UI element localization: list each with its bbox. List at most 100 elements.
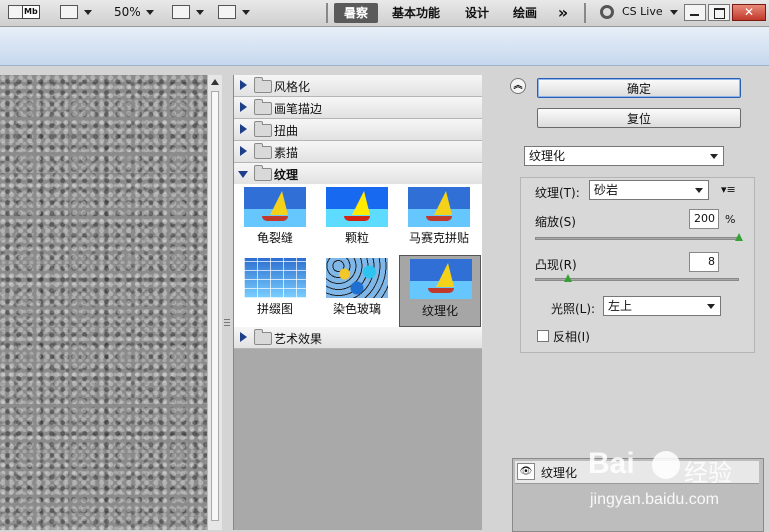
workspace-design[interactable]: 设计 [460,3,494,23]
stained-glass-thumbnail [326,258,388,298]
light-label: 光照(L): [551,302,596,316]
eye-icon[interactable]: 👁 [517,463,535,480]
expand-arrow-icon[interactable] [240,332,247,342]
scale-slider-knob[interactable] [735,233,743,241]
mini-bridge-button[interactable]: Mb [22,3,40,21]
ok-button[interactable]: 确定 [537,78,741,98]
screen-mode-button[interactable] [60,3,92,21]
mosaic-tiles-thumbnail [408,187,470,227]
screen-mode-icon[interactable] [218,3,250,21]
scrollbar-thumb[interactable] [211,91,219,521]
chevron-down-icon [710,154,718,159]
expand-arrow-icon[interactable] [240,80,247,90]
texture-menu-icon[interactable]: ▾≡ [721,183,736,196]
panel-splitter[interactable] [222,75,232,530]
filter-select-value: 纹理化 [529,149,566,163]
filter-thumb-stained-glass[interactable]: 染色玻璃 [318,256,396,324]
reset-button[interactable]: 复位 [537,108,741,128]
zoom-level[interactable]: 50% [114,5,141,19]
scale-input[interactable]: 200 [689,209,719,229]
workspace-essentials-active[interactable]: 暑察 [334,3,378,23]
folder-icon [254,329,272,345]
category-distort[interactable]: 扭曲 [234,119,482,141]
splitter-grip-icon[interactable] [224,319,230,327]
category-texture[interactable]: 纹理 [234,163,482,185]
close-icon: ✕ [743,5,755,19]
collapse-arrow-icon[interactable] [238,171,248,178]
thumb-label: 染色玻璃 [332,302,381,316]
grain-thumbnail [326,187,388,227]
watermark-brand-suffix: 经验 [684,459,732,487]
close-button[interactable]: ✕ [732,4,766,21]
thumb-label: 龟裂缝 [256,231,293,245]
minimize-icon [690,14,699,16]
filter-thumb-texturizer-selected[interactable]: 纹理化 [399,255,481,327]
restore-button[interactable] [708,4,730,21]
paw-icon [652,451,680,479]
thumb-label: 纹理化 [421,304,458,318]
cs-live-dropdown-icon[interactable] [670,3,678,21]
cs-live-icon[interactable] [600,5,614,19]
more-workspaces-icon[interactable]: » [554,3,572,23]
collapse-gallery-icon[interactable]: ︽ [510,78,526,94]
filter-select[interactable]: 纹理化 [524,146,724,166]
folder-icon [254,77,272,93]
toolbar-separator [326,3,328,23]
expand-arrow-icon[interactable] [240,124,247,134]
filter-thumb-mosaic-tiles[interactable]: 马赛克拼贴 [400,185,478,253]
relief-input[interactable]: 8 [689,252,719,272]
thumb-label: 马赛克拼贴 [408,231,469,245]
scale-unit: % [725,213,736,226]
workspace-painting[interactable]: 绘画 [508,3,542,23]
menu-bar: Mb 50% 暑察 基本功能 设计 绘画 » CS Live ✕ [0,0,769,27]
layer-name: 纹理化 [541,466,578,480]
craquelure-thumbnail [244,187,306,227]
chevron-down-icon [707,304,715,309]
texturizer-thumbnail [410,259,472,299]
toolbar-separator [584,3,586,23]
baidu-watermark: Bai 经验 jingyan.baidu.com [588,447,768,527]
invert-checkbox[interactable] [537,330,549,342]
filter-preview-canvas[interactable] [0,75,207,530]
folder-icon [254,99,272,115]
invert-label: 反相(I) [553,330,590,344]
filter-thumb-grain[interactable]: 颗粒 [318,185,396,253]
dialog-title-bar [0,27,769,66]
scale-slider[interactable] [535,237,739,240]
category-label: 扭曲 [274,124,299,138]
texture-label: 纹理(T): [535,186,580,200]
relief-slider-knob[interactable] [563,274,572,282]
category-artistic[interactable]: 艺术效果 [234,327,482,349]
expand-arrow-icon[interactable] [240,102,247,112]
category-brush-strokes[interactable]: 画笔描边 [234,97,482,119]
zoom-dropdown-icon[interactable] [146,3,154,21]
category-label: 纹理 [274,168,299,182]
filter-gallery-list: 风格化 画笔描边 扭曲 素描 纹理 龟裂缝 颗粒 马赛克拼贴 拼缀图 染色玻璃 … [233,75,482,530]
arrange-documents-button[interactable] [172,3,204,21]
restore-icon [714,8,725,19]
filter-thumb-patchwork[interactable]: 拼缀图 [236,256,314,324]
light-select[interactable]: 左上 [603,296,721,316]
watermark-url: jingyan.baidu.com [590,491,719,508]
folder-open-icon [254,165,272,181]
scroll-up-icon[interactable] [211,79,219,85]
texture-filter-thumbnails: 龟裂缝 颗粒 马赛克拼贴 拼缀图 染色玻璃 纹理化 [234,184,482,327]
cs-live-label[interactable]: CS Live [622,5,663,18]
category-label: 素描 [274,146,299,160]
minimize-button[interactable] [684,4,706,21]
watermark-brand: Bai [588,447,635,480]
filter-thumb-craquelure[interactable]: 龟裂缝 [236,185,314,253]
thumb-label: 拼缀图 [256,302,293,316]
category-stylize[interactable]: 风格化 [234,75,482,97]
scale-label: 缩放(S) [535,215,576,229]
category-sketch[interactable]: 素描 [234,141,482,163]
chevron-down-icon [695,188,703,193]
relief-label: 凸现(R) [535,258,577,272]
preview-scrollbar[interactable] [207,75,222,530]
light-select-value: 左上 [608,299,633,313]
workspace-basic[interactable]: 基本功能 [388,3,444,23]
expand-arrow-icon[interactable] [240,146,247,156]
texture-select[interactable]: 砂岩 [589,180,709,200]
category-label: 风格化 [274,80,311,94]
texturizer-options: 纹理(T): 砂岩 ▾≡ 缩放(S) 200 % 凸现(R) 8 光照(L): … [520,177,755,353]
